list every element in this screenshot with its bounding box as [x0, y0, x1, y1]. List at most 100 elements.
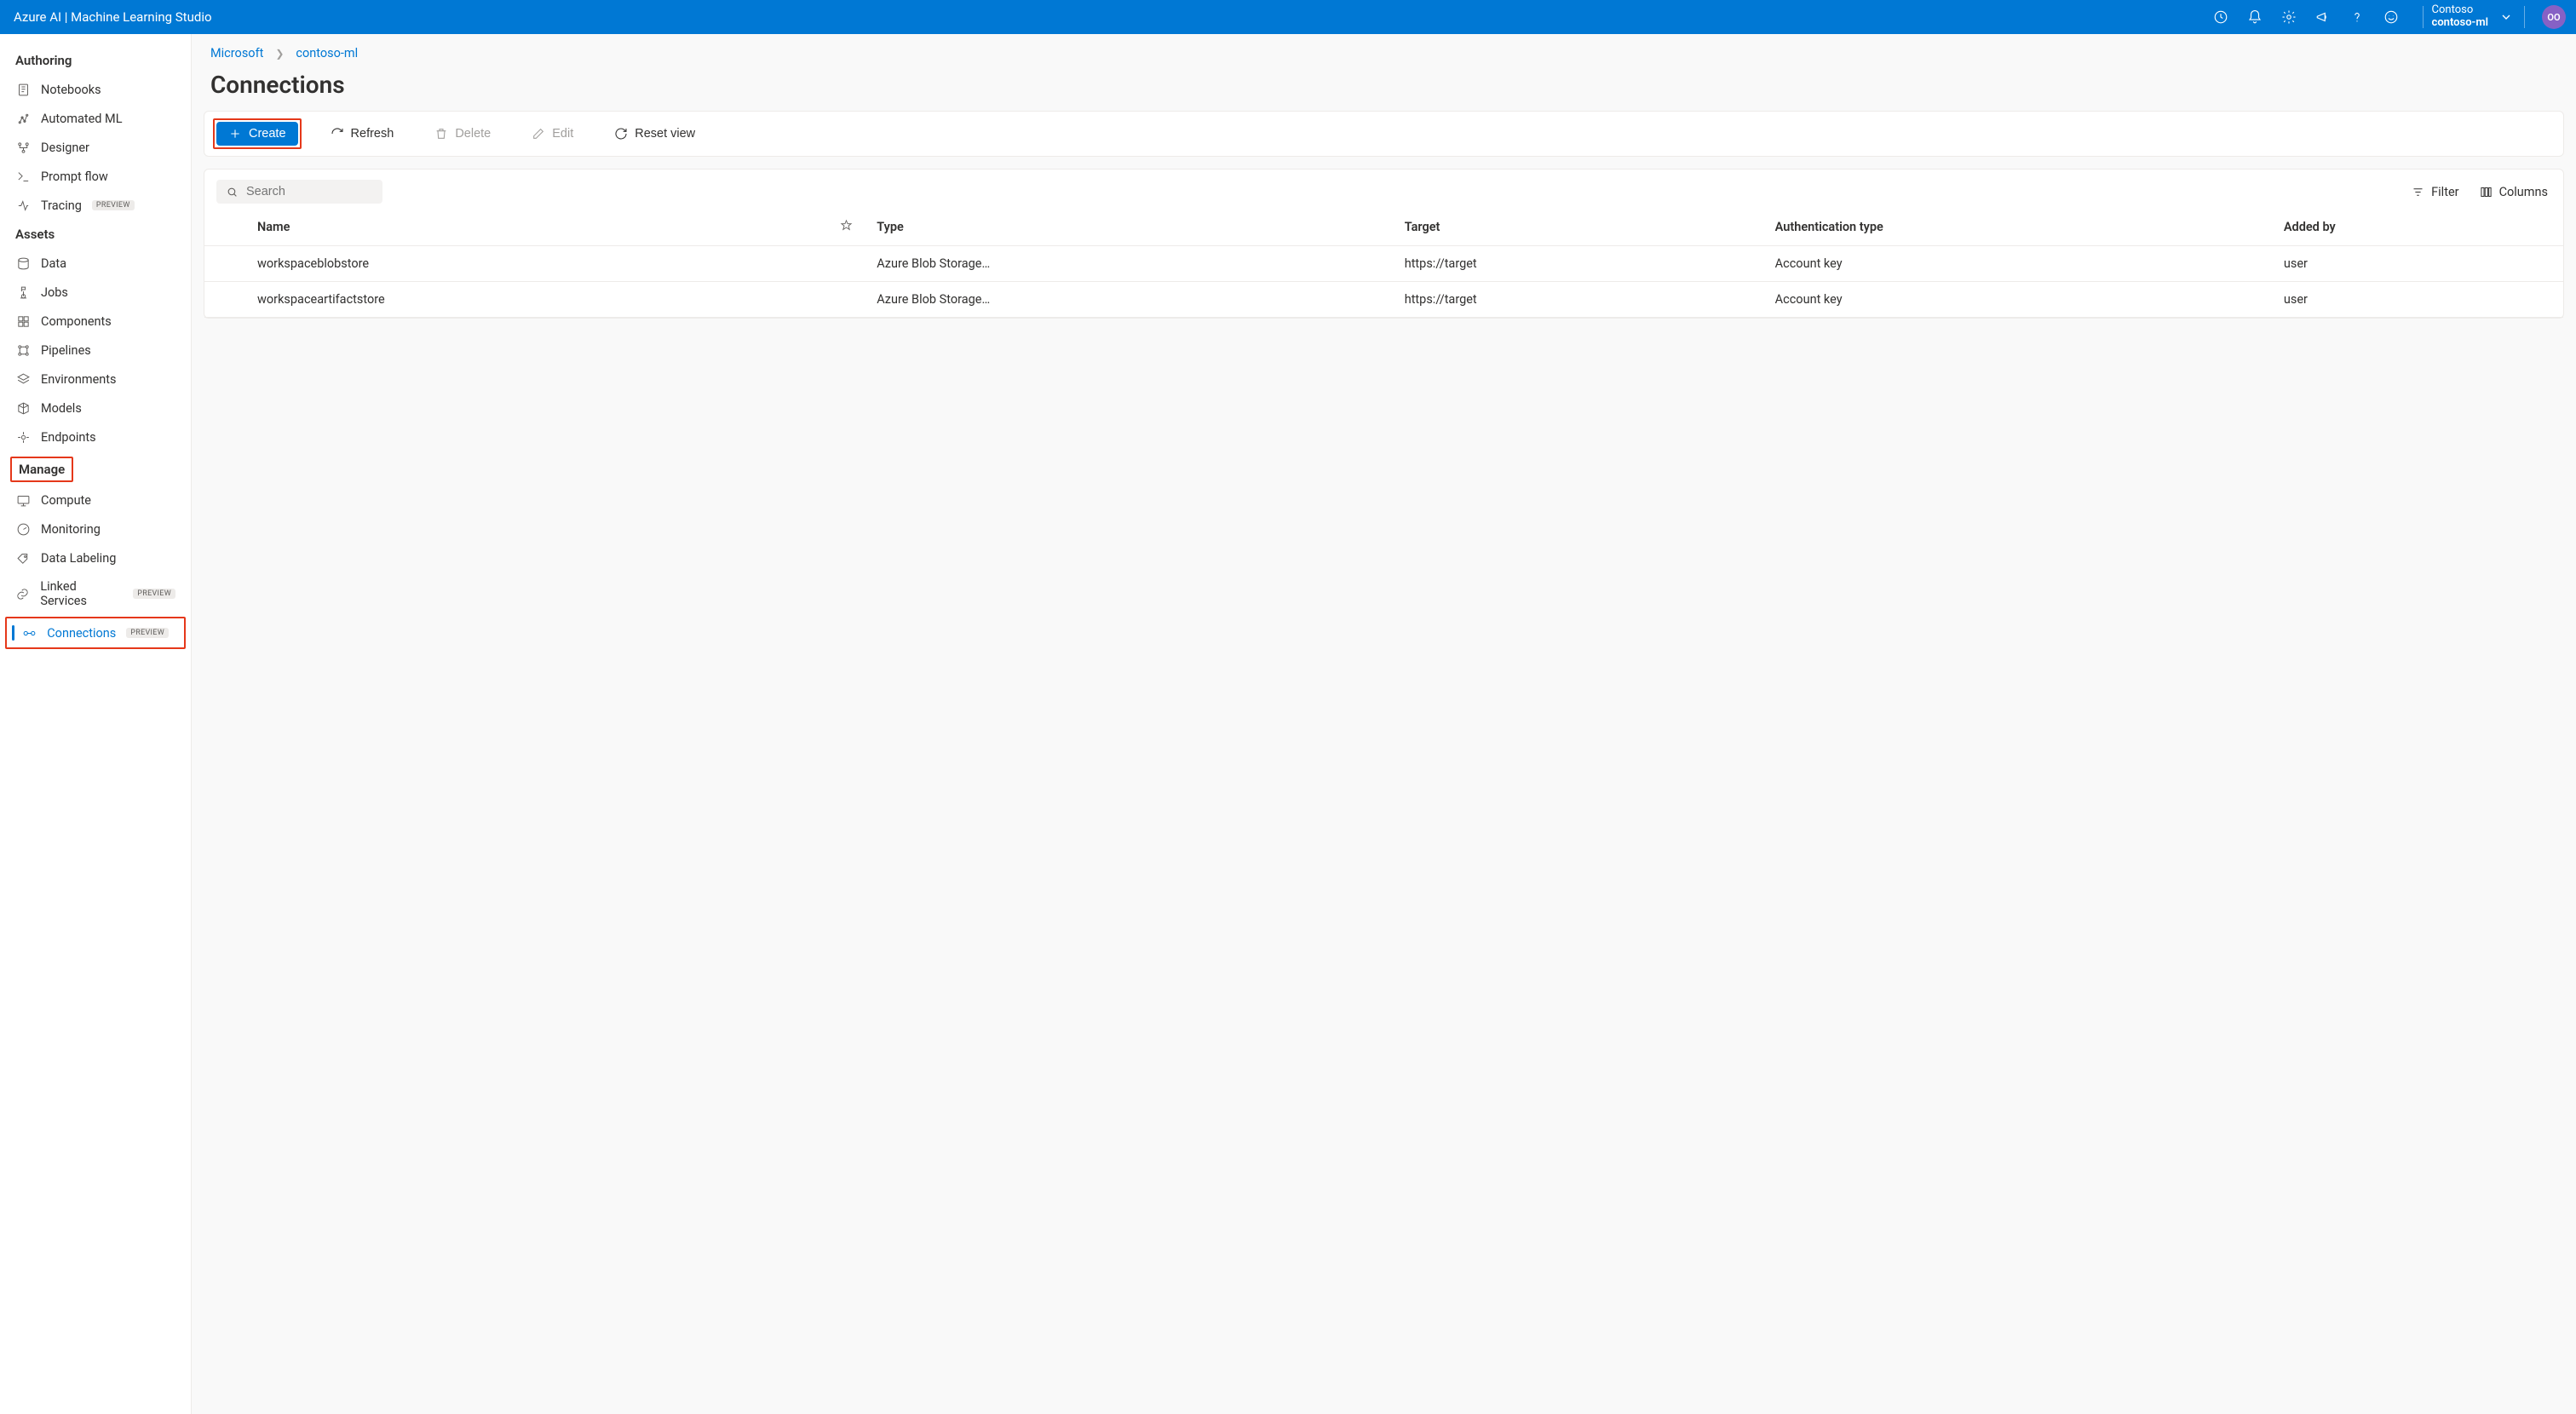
delete-button: Delete: [423, 122, 503, 146]
cell-auth: Account key: [1763, 282, 2272, 318]
preview-badge: PREVIEW: [92, 200, 135, 210]
prompt-icon: [15, 169, 31, 184]
sidebar-item-models[interactable]: Models: [0, 394, 191, 422]
search-icon: [227, 186, 238, 198]
topbar: Azure AI | Machine Learning Studio Conto…: [0, 0, 2576, 34]
notebook-icon: [15, 82, 31, 97]
cell-auth: Account key: [1763, 246, 2272, 282]
row-check[interactable]: [204, 282, 245, 318]
breadcrumb-item-0[interactable]: Microsoft: [210, 46, 263, 60]
row-check[interactable]: [204, 246, 245, 282]
star-icon[interactable]: [840, 221, 853, 235]
sidebar-item-label: Notebooks: [41, 83, 101, 97]
table-row[interactable]: workspaceblobstoreAzure Blob Storage…htt…: [204, 246, 2563, 282]
linked-icon: [15, 586, 30, 601]
sidebar-item-environments[interactable]: Environments: [0, 365, 191, 394]
search-box[interactable]: [216, 180, 382, 204]
pipelines-icon: [15, 342, 31, 358]
edit-button: Edit: [520, 122, 585, 146]
sidebar-item-pipelines[interactable]: Pipelines: [0, 336, 191, 365]
cell-name: workspaceartifactstore: [245, 282, 828, 318]
sidebar-item-designer[interactable]: Designer: [0, 133, 191, 162]
col-addedby[interactable]: Added by: [2272, 209, 2563, 246]
topbar-icon-group: [2213, 9, 2399, 25]
cell-star[interactable]: [828, 282, 865, 318]
sidebar-item-compute[interactable]: Compute: [0, 486, 191, 514]
bell-icon[interactable]: [2247, 9, 2263, 25]
cell-name: workspaceblobstore: [245, 246, 828, 282]
sidebar-item-automated-ml[interactable]: Automated ML: [0, 104, 191, 133]
tenant-name: Contoso: [2432, 4, 2488, 17]
sidebar: Authoring Notebooks Automated ML Designer Pr…: [0, 34, 192, 1414]
sidebar-item-notebooks[interactable]: Notebooks: [0, 75, 191, 104]
automl-icon: [15, 111, 31, 126]
reset-view-button[interactable]: Reset view: [602, 122, 707, 146]
sidebar-item-label: Monitoring: [41, 522, 101, 537]
data-icon: [15, 256, 31, 271]
labeling-icon: [15, 550, 31, 566]
sidebar-item-label: Prompt flow: [41, 170, 108, 184]
table-row[interactable]: workspaceartifactstore Azure Blob Storage…: [204, 282, 2563, 318]
topbar-divider: [2423, 6, 2424, 28]
cell-type: Azure Blob Storage…: [865, 282, 1392, 318]
avatar[interactable]: OO: [2542, 5, 2566, 29]
create-button[interactable]: Create: [216, 122, 298, 146]
tenant-block[interactable]: Contoso contoso-ml: [2432, 4, 2488, 30]
app-title: Azure AI | Machine Learning Studio: [14, 9, 212, 25]
cell-target: https://target: [1393, 282, 1763, 318]
sidebar-section-manage: Manage: [10, 457, 73, 482]
sidebar-item-label: Compute: [41, 493, 91, 508]
sidebar-item-jobs[interactable]: Jobs: [0, 278, 191, 307]
connections-icon: [22, 625, 37, 641]
gear-icon[interactable]: [2281, 9, 2297, 25]
breadcrumb: Microsoft ❯ contoso-ml: [192, 34, 2576, 66]
sidebar-item-connections[interactable]: ConnectionsPREVIEW: [5, 617, 186, 649]
sidebar-item-components[interactable]: Components: [0, 307, 191, 336]
col-auth[interactable]: Authentication type: [1763, 209, 2272, 246]
sidebar-item-label: Components: [41, 314, 112, 329]
cell-type: Azure Blob Storage…: [865, 246, 1392, 282]
sidebar-section-assets: Assets: [0, 220, 191, 249]
refresh-button[interactable]: Refresh: [319, 122, 406, 146]
workspace-chevron-icon[interactable]: [2497, 8, 2516, 26]
sidebar-item-label: Connections: [47, 626, 116, 641]
filter-button[interactable]: Filter: [2412, 185, 2458, 199]
col-target[interactable]: Target: [1393, 209, 1763, 246]
col-type[interactable]: Type: [865, 209, 1392, 246]
sidebar-item-linked-services[interactable]: Linked ServicesPREVIEW: [0, 572, 191, 615]
connections-table: Name Type Target Authentication type Add…: [204, 209, 2563, 318]
create-highlight: Create: [213, 118, 302, 149]
clock-icon[interactable]: [2213, 9, 2228, 25]
sidebar-item-label: Jobs: [41, 285, 68, 300]
components-icon: [15, 313, 31, 329]
help-icon[interactable]: [2349, 9, 2365, 25]
sidebar-item-label: Data: [41, 256, 66, 271]
toolbar: Create Refresh Delete Edit Reset view: [204, 111, 2564, 157]
columns-button[interactable]: Columns: [2480, 185, 2548, 199]
col-name[interactable]: Name: [245, 209, 828, 246]
search-input[interactable]: [246, 185, 372, 198]
sidebar-item-label: Designer: [41, 141, 89, 155]
cell-star[interactable]: [828, 246, 865, 282]
smile-icon[interactable]: [2383, 9, 2399, 25]
cell-addedby: user: [2272, 282, 2563, 318]
megaphone-icon[interactable]: [2315, 9, 2331, 25]
sidebar-item-label: Linked Services: [40, 579, 123, 608]
sidebar-section-authoring: Authoring: [0, 46, 191, 75]
sidebar-item-label: Tracing: [41, 198, 82, 213]
sidebar-item-endpoints[interactable]: Endpoints: [0, 422, 191, 451]
table-header-row: Name Type Target Authentication type Add…: [204, 209, 2563, 246]
jobs-icon: [15, 285, 31, 300]
sidebar-item-label: Endpoints: [41, 430, 96, 445]
workspace-name: contoso-ml: [2432, 17, 2488, 30]
breadcrumb-item-1[interactable]: contoso-ml: [296, 46, 358, 60]
sidebar-item-data[interactable]: Data: [0, 249, 191, 278]
sidebar-item-label: Models: [41, 401, 82, 416]
sidebar-item-label: Pipelines: [41, 343, 91, 358]
sidebar-item-tracing[interactable]: Tracing PREVIEW: [0, 191, 191, 220]
sidebar-item-data-labeling[interactable]: Data Labeling: [0, 543, 191, 572]
sidebar-item-prompt-flow[interactable]: Prompt flow: [0, 162, 191, 191]
sidebar-item-monitoring[interactable]: Monitoring: [0, 514, 191, 543]
panel-topbar: Filter Columns: [204, 170, 2563, 209]
sidebar-item-label: Environments: [41, 372, 117, 387]
